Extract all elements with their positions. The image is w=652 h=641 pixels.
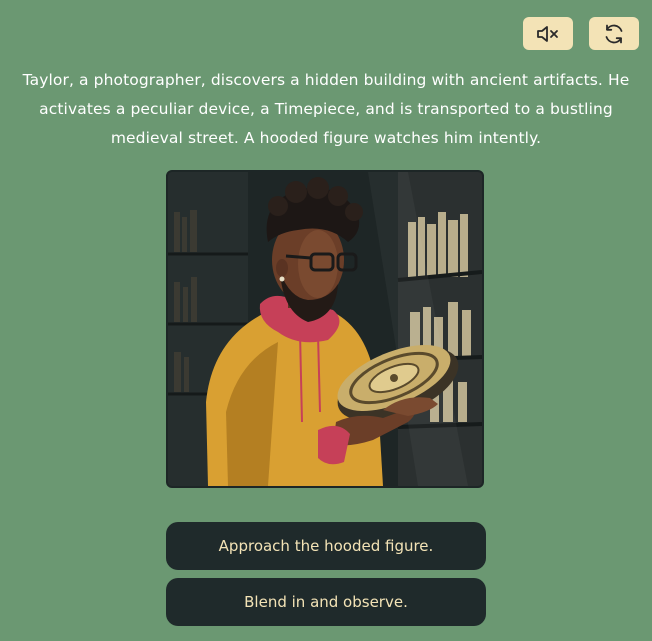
speaker-muted-icon — [535, 24, 561, 44]
choice-blend-in-button[interactable]: Blend in and observe. — [166, 578, 486, 626]
choice-approach-button[interactable]: Approach the hooded figure. — [166, 522, 486, 570]
mute-button[interactable] — [523, 17, 573, 50]
restart-button[interactable] — [589, 17, 639, 50]
story-text: Taylor, a photographer, discovers a hidd… — [22, 71, 630, 147]
refresh-icon — [602, 22, 626, 46]
scene-illustration — [166, 170, 484, 488]
